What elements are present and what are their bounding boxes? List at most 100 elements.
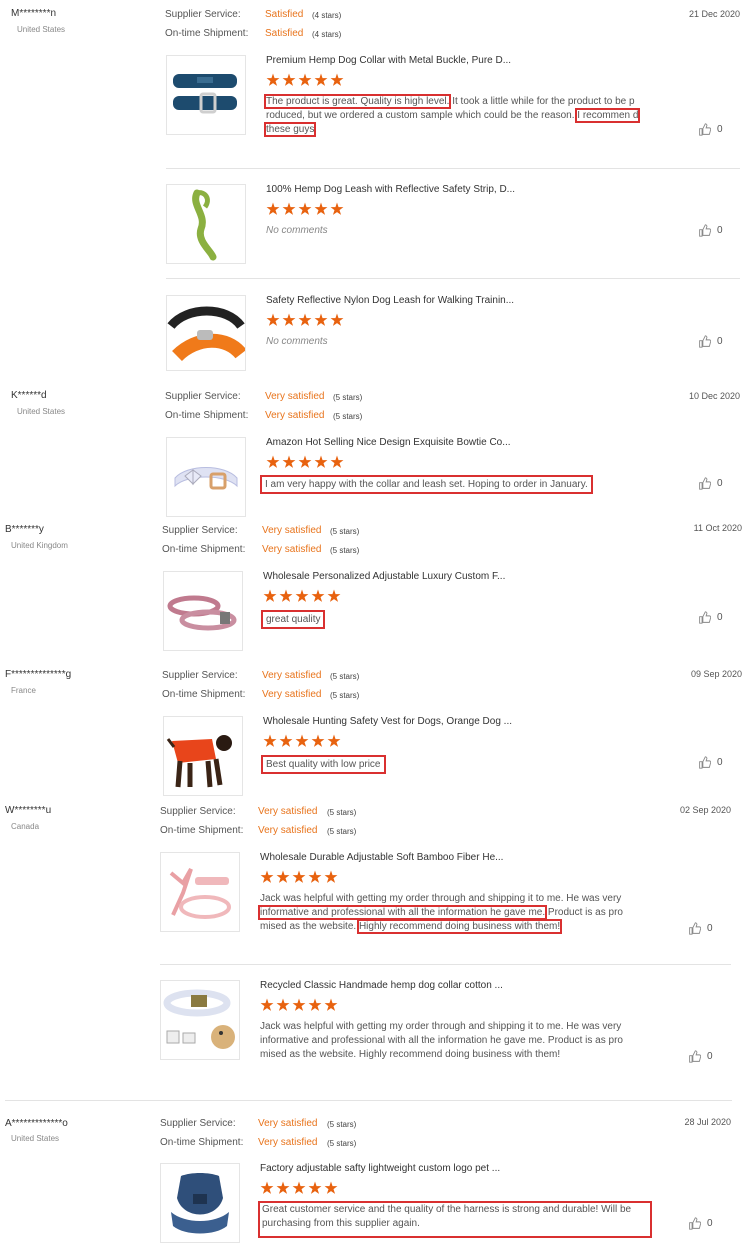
ontime-shipment-label: On-time Shipment: (165, 28, 249, 39)
like-count: 0 (707, 1218, 713, 1229)
supplier-service-stars: (5 stars) (327, 808, 357, 817)
like-button[interactable]: 0 (698, 224, 723, 237)
ontime-shipment-row: On-time Shipment: Very satisfied (5 star… (160, 1137, 356, 1148)
product-title[interactable]: Recycled Classic Handmade hemp dog colla… (260, 980, 503, 991)
star-icon (282, 455, 296, 468)
thumbs-up-icon (699, 756, 711, 769)
thumbs-up-icon (699, 123, 711, 136)
ontime-shipment-label: On-time Shipment: (162, 689, 246, 700)
review-card: M********n United States Supplier Servic… (0, 0, 750, 371)
star-icon (311, 734, 325, 747)
star-icon (327, 589, 341, 602)
highlighted-text: Best quality with low price (261, 755, 386, 774)
product-thumbnail[interactable] (166, 437, 246, 517)
review-comment: great quality (260, 610, 651, 629)
product-title[interactable]: Amazon Hot Selling Nice Design Exquisite… (266, 437, 511, 448)
like-button[interactable]: 0 (688, 1050, 713, 1063)
product-title[interactable]: 100% Hemp Dog Leash with Reflective Safe… (266, 184, 515, 195)
ontime-shipment-stars: (5 stars) (330, 546, 360, 555)
product-title[interactable]: Wholesale Durable Adjustable Soft Bamboo… (260, 852, 503, 863)
supplier-service-value: Satisfied (265, 9, 304, 20)
star-icon (263, 734, 277, 747)
product-thumbnail[interactable] (160, 980, 240, 1060)
product-thumbnail[interactable] (160, 1163, 240, 1243)
supplier-service-label: Supplier Service: (160, 1118, 236, 1129)
buyer-name: B*******y (5, 524, 44, 535)
star-icon (324, 998, 338, 1011)
star-icon (266, 313, 280, 326)
ontime-shipment-row: On-time Shipment: Very satisfied (5 star… (165, 410, 362, 421)
buyer-name: K******d (11, 390, 47, 401)
product-title[interactable]: Wholesale Hunting Safety Vest for Dogs, … (263, 716, 512, 727)
supplier-service-label: Supplier Service: (162, 670, 238, 681)
review-comment: Jack was helpful with getting my order t… (257, 892, 644, 934)
star-icon (260, 998, 274, 1011)
supplier-service-label: Supplier Service: (162, 525, 238, 536)
like-button[interactable]: 0 (688, 922, 713, 935)
star-icon (298, 313, 312, 326)
highlighted-text: The product is great. Quality is high le… (263, 94, 452, 109)
like-button[interactable]: 0 (698, 477, 723, 490)
star-rating (266, 313, 344, 327)
product-thumbnail[interactable] (160, 852, 240, 932)
product-title[interactable]: Factory adjustable safty lightweight cus… (260, 1163, 500, 1174)
product-title[interactable]: Wholesale Personalized Adjustable Luxury… (263, 571, 505, 582)
like-button[interactable]: 0 (698, 123, 723, 136)
product-thumbnail[interactable] (163, 571, 243, 651)
like-button[interactable]: 0 (698, 756, 723, 769)
product-thumbnail[interactable] (166, 295, 246, 371)
ontime-shipment-label: On-time Shipment: (162, 544, 246, 555)
product-title[interactable]: Safety Reflective Nylon Dog Leash for Wa… (266, 295, 514, 306)
product-review: Wholesale Personalized Adjustable Luxury… (163, 571, 736, 651)
supplier-service-stars: (5 stars) (327, 1120, 357, 1129)
supplier-service-label: Supplier Service: (160, 806, 236, 817)
ontime-shipment-stars: (5 stars) (333, 412, 363, 421)
supplier-service-value: Very satisfied (265, 391, 325, 402)
product-thumbnail[interactable] (166, 55, 246, 135)
like-count: 0 (717, 757, 723, 768)
star-icon (260, 870, 274, 883)
review-card: F**************g France Supplier Service… (0, 661, 750, 801)
divider (166, 168, 740, 169)
product-review: Amazon Hot Selling Nice Design Exquisite… (166, 437, 736, 517)
ontime-shipment-value: Very satisfied (262, 689, 322, 700)
supplier-service-stars: (5 stars) (330, 527, 360, 536)
review-card: K******d United States Supplier Service:… (0, 382, 750, 517)
review-card: A*************o United States Supplier S… (0, 1110, 750, 1253)
supplier-service-label: Supplier Service: (165, 9, 241, 20)
ontime-shipment-row: On-time Shipment: Very satisfied (5 star… (162, 544, 359, 555)
star-icon (330, 73, 344, 86)
like-button[interactable]: 0 (698, 611, 723, 624)
star-icon (263, 589, 277, 602)
review-divider (5, 1100, 732, 1101)
star-rating (266, 202, 344, 216)
thumbs-up-icon (689, 1050, 701, 1063)
ontime-shipment-stars: (5 stars) (327, 827, 357, 836)
thumbs-up-icon (699, 477, 711, 490)
star-icon (292, 998, 306, 1011)
product-thumbnail[interactable] (166, 184, 246, 264)
supplier-service-label: Supplier Service: (165, 391, 241, 402)
comment-text: Jack was helpful with getting my order t… (260, 893, 622, 904)
product-thumbnail[interactable] (163, 716, 243, 796)
divider (160, 964, 731, 965)
star-icon (314, 202, 328, 215)
supplier-service-value: Very satisfied (262, 525, 322, 536)
like-count: 0 (717, 478, 723, 489)
like-button[interactable]: 0 (688, 1217, 713, 1230)
like-button[interactable]: 0 (698, 335, 723, 348)
review-date: 09 Sep 2020 (690, 669, 742, 679)
star-rating (266, 455, 344, 469)
ontime-shipment-label: On-time Shipment: (160, 1137, 244, 1148)
like-count: 0 (707, 923, 713, 934)
product-title[interactable]: Premium Hemp Dog Collar with Metal Buckl… (266, 55, 511, 66)
star-icon (314, 313, 328, 326)
star-icon (266, 455, 280, 468)
product-review: Safety Reflective Nylon Dog Leash for Wa… (166, 295, 736, 371)
highlighted-text: great quality (260, 610, 326, 629)
star-icon (292, 1181, 306, 1194)
star-icon (279, 734, 293, 747)
star-rating (260, 998, 338, 1012)
buyer-country: Canada (11, 822, 40, 831)
star-icon (276, 870, 290, 883)
